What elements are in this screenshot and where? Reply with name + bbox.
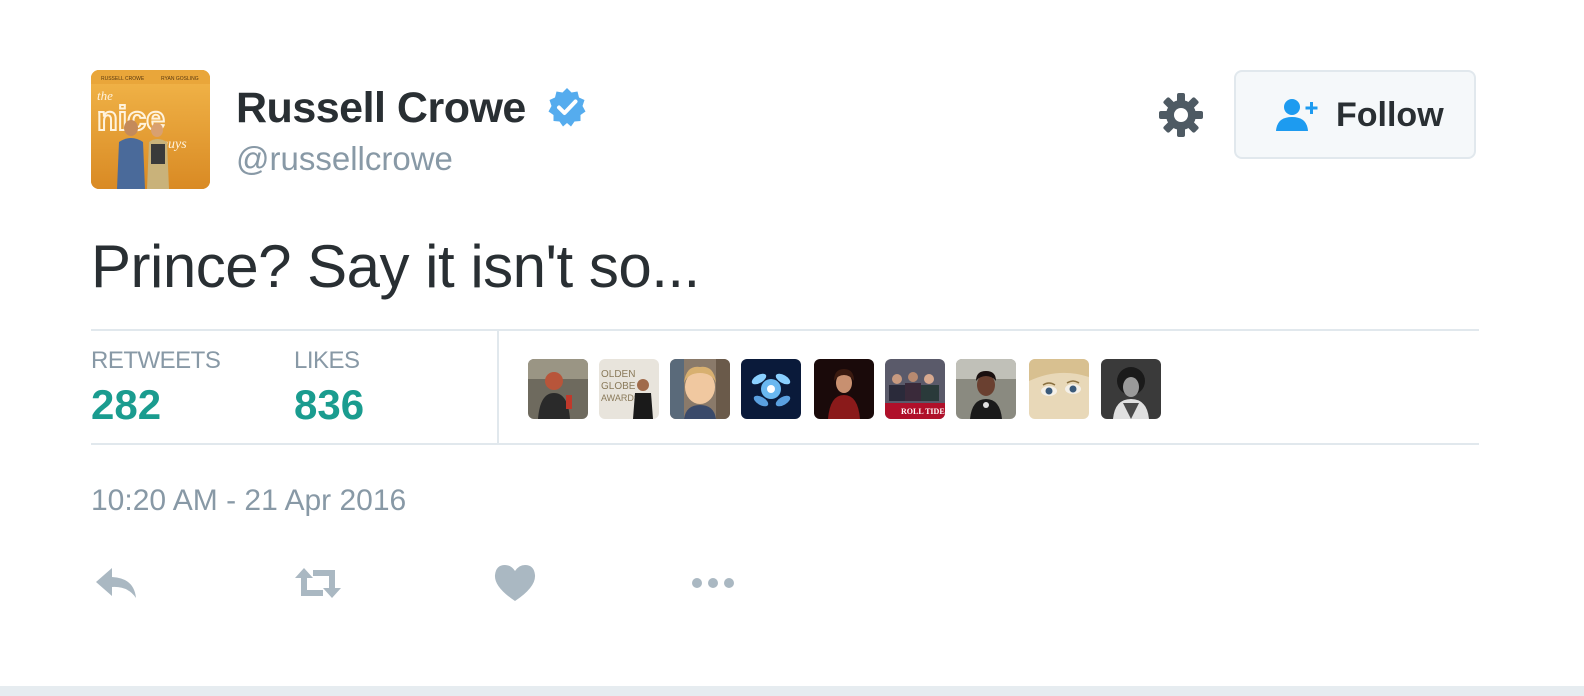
svg-text:RUSSELL CROWE: RUSSELL CROWE (101, 76, 145, 82)
liker-avatar[interactable] (1101, 359, 1161, 419)
liker-avatar[interactable] (741, 359, 801, 419)
tweet-stats: RETWEETS 282 LIKES 836 OLDEN GLOBE AWARDS (91, 329, 1479, 445)
tweet-timestamp[interactable]: 10:20 AM - 21 Apr 2016 (91, 484, 406, 518)
card-bottom-border (0, 686, 1584, 696)
liker-avatar[interactable]: ROLL TIDE (885, 359, 945, 419)
svg-text:GLOBE: GLOBE (601, 381, 636, 392)
more-icon[interactable] (688, 562, 738, 604)
tweet-text: Prince? Say it isn't so... (91, 233, 700, 300)
liker-avatar[interactable] (528, 359, 588, 419)
retweets-stat[interactable]: RETWEETS 282 (91, 347, 221, 429)
svg-text:RYAN GOSLING: RYAN GOSLING (161, 76, 199, 82)
reply-icon[interactable] (94, 562, 144, 604)
liker-avatar[interactable]: OLDEN GLOBE AWARDS (599, 359, 659, 419)
gear-icon[interactable] (1158, 92, 1204, 138)
author-avatar[interactable]: RUSSELL CROWE RYAN GOSLING the nice guys (91, 70, 210, 189)
follow-label: Follow (1336, 96, 1444, 134)
likes-label: LIKES (294, 347, 360, 374)
likes-count: 836 (294, 381, 365, 428)
retweets-count: 282 (91, 381, 162, 428)
svg-text:AWARDS: AWARDS (601, 393, 640, 403)
retweet-icon[interactable] (293, 562, 343, 604)
like-icon[interactable] (490, 562, 540, 604)
verified-badge-icon (548, 88, 586, 127)
liker-avatar[interactable] (956, 359, 1016, 419)
add-user-icon (1276, 99, 1318, 131)
svg-text:OLDEN: OLDEN (601, 369, 635, 380)
tweet-card: RUSSELL CROWE RYAN GOSLING the nice guys… (0, 0, 1584, 696)
follow-button[interactable]: Follow (1234, 70, 1476, 159)
liker-avatar[interactable] (814, 359, 874, 419)
author-name[interactable]: Russell Crowe (236, 84, 526, 133)
svg-text:ROLL TIDE: ROLL TIDE (901, 407, 945, 416)
liker-avatar[interactable] (1029, 359, 1089, 419)
author-handle[interactable]: @russellcrowe (236, 140, 453, 178)
liker-avatar[interactable] (670, 359, 730, 419)
likes-stat[interactable]: LIKES 836 (294, 347, 364, 429)
retweets-label: RETWEETS (91, 347, 221, 374)
stats-divider (497, 331, 499, 445)
